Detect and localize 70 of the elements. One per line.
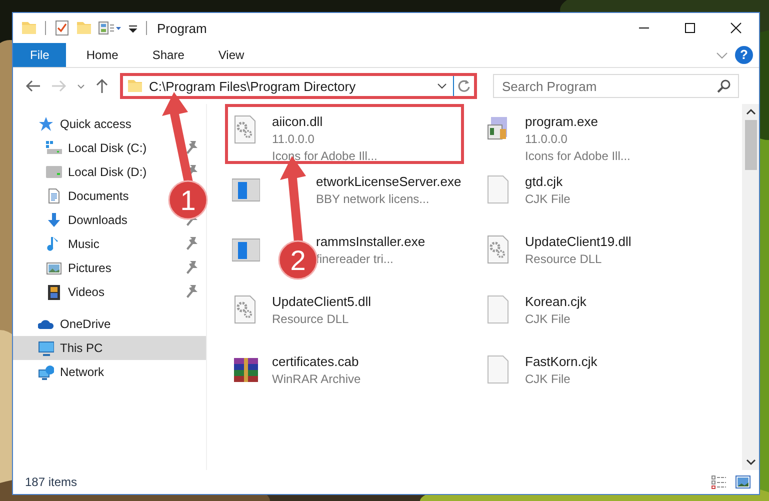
file-detail: WinRAR Archive xyxy=(272,371,361,388)
picture-icon xyxy=(46,260,62,276)
file-detail: CJK File xyxy=(525,311,572,328)
search-icon xyxy=(717,79,731,93)
file-detail: CJK File xyxy=(525,371,572,388)
file-name: program.exe xyxy=(525,113,599,131)
scroll-up-icon[interactable] xyxy=(746,108,756,116)
dropdown-icon[interactable] xyxy=(437,81,447,91)
sidebar-item[interactable]: Local Disk (C:) xyxy=(41,136,152,160)
sidebar-item[interactable]: Videos xyxy=(41,280,110,304)
window-title: Program xyxy=(157,20,207,36)
file-detail: Resource DLL xyxy=(525,251,603,268)
ribbon-tab[interactable]: View xyxy=(204,43,258,67)
download-icon xyxy=(46,212,62,228)
properties-icon xyxy=(54,20,70,36)
ribbon-tab[interactable]: Share xyxy=(138,43,198,67)
file-name: etworkLicenseServer.exe xyxy=(316,173,462,191)
help-button[interactable]: ? xyxy=(735,46,753,64)
sidebar-item[interactable]: Local Disk (D:) xyxy=(41,160,152,184)
new-folder-icon xyxy=(76,20,92,36)
scroll-thumb[interactable] xyxy=(744,120,756,170)
tiles-view-icon[interactable] xyxy=(735,475,751,489)
file-detail: BBY network licens... xyxy=(316,191,430,208)
up-icon[interactable] xyxy=(94,78,110,94)
address-bar[interactable]: C:\Program Files\Program Directory xyxy=(120,73,477,99)
back-icon[interactable] xyxy=(24,78,42,94)
file-name: certificates.cab xyxy=(272,353,360,371)
address-path[interactable]: C:\Program Files\Program Directory xyxy=(149,78,431,94)
file-name: UpdateClient5.dll xyxy=(272,293,372,311)
file-detail: Icons for Adobe Ill... xyxy=(272,148,378,165)
file-detail: Resource DLL xyxy=(272,311,350,328)
folder-icon xyxy=(127,78,143,94)
drive-icon xyxy=(46,140,62,156)
file-detail: 11.0.0.0 xyxy=(272,131,316,148)
folder-icon xyxy=(21,20,37,36)
file-name: aiicon.dll xyxy=(272,113,324,131)
file-detail: Icons for Adobe Ill... xyxy=(525,148,630,165)
file-name: FastKorn.cjk xyxy=(525,353,598,371)
sidebar-item[interactable]: This PC xyxy=(13,336,206,360)
details-view-icon[interactable] xyxy=(711,475,727,489)
ribbon-tab[interactable]: Home xyxy=(72,43,132,67)
sidebar-item[interactable]: Music xyxy=(41,232,104,256)
refresh-icon[interactable] xyxy=(457,79,471,93)
file-name: rammsInstaller.exe xyxy=(316,233,426,251)
scroll-down-icon[interactable] xyxy=(746,458,756,466)
network-icon xyxy=(38,364,54,380)
file-menu-button[interactable]: File xyxy=(13,43,66,67)
sidebar-item[interactable]: Downloads xyxy=(41,208,132,232)
sidebar-item[interactable]: Documents xyxy=(41,184,134,208)
drive-icon xyxy=(46,164,62,180)
step-badge: 2 xyxy=(278,240,318,280)
file-name: gtd.cjk xyxy=(525,173,564,191)
file-detail: CJK File xyxy=(525,191,570,208)
sidebar-item[interactable]: OneDrive xyxy=(33,312,116,336)
sidebar-item[interactable]: Network xyxy=(33,360,110,384)
file-name: Korean.cjk xyxy=(525,293,586,311)
view-menu-icon xyxy=(98,20,122,36)
sidebar-item[interactable]: Pictures xyxy=(41,256,116,280)
file-detail: 11.0.0.0 xyxy=(525,131,568,148)
star-icon xyxy=(38,116,54,132)
sidebar-item[interactable]: Quick access xyxy=(33,112,136,136)
archive-stack-icon xyxy=(232,355,260,385)
film-icon xyxy=(46,284,62,300)
step-badge: 1 xyxy=(168,180,208,220)
search-field[interactable]: Search Program xyxy=(493,74,739,98)
computer-icon xyxy=(38,340,54,356)
scrollbar[interactable] xyxy=(742,104,759,470)
item-count: 187 items xyxy=(25,475,78,489)
file-name: UpdateClient19.dll xyxy=(525,233,632,251)
document-icon xyxy=(46,188,62,204)
